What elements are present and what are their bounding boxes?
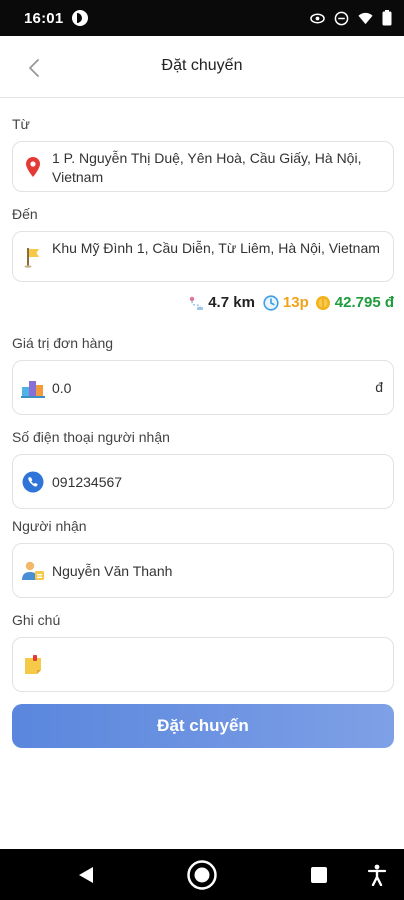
from-address-field[interactable]: 1 P. Nguyễn Thị Duệ, Yên Hoà, Cầu Giấy, …	[12, 141, 394, 192]
currency-unit: đ	[375, 379, 383, 395]
order-value-field[interactable]: 0.0 đ	[12, 360, 394, 415]
order-value-label: Giá trị đơn hàng	[12, 335, 114, 351]
wifi-icon	[358, 12, 373, 24]
nav-back-button[interactable]	[70, 849, 102, 900]
recipient-phone-input: 091234567	[52, 474, 123, 490]
home-circle-icon	[187, 859, 217, 890]
order-value-input: 0.0	[52, 380, 72, 396]
note-field[interactable]	[12, 637, 394, 692]
clock-icon	[263, 294, 279, 311]
nav-home-button[interactable]	[184, 849, 220, 900]
note-label: Ghi chú	[12, 612, 61, 628]
submit-button[interactable]: Đặt chuyến	[12, 704, 394, 748]
duration-value: 13p	[282, 294, 309, 311]
recipient-name-field[interactable]: Nguyễn Văn Thanh	[12, 543, 394, 598]
status-bar: 16:01	[0, 0, 404, 36]
note-icon	[21, 653, 45, 677]
recipient-phone-label: Số điện thoại người nhận	[12, 429, 170, 445]
route-icon	[188, 295, 204, 311]
flag-icon	[21, 245, 45, 269]
to-address-value: Khu Mỹ Đình 1, Cầu Diễn, Từ Liêm, Hà Nội…	[52, 240, 380, 256]
app-header: Đặt chuyến	[0, 36, 404, 98]
coin-icon	[315, 295, 331, 311]
nav-accessibility-button[interactable]	[364, 849, 390, 900]
boxes-icon	[21, 376, 45, 400]
status-icons	[310, 10, 392, 26]
to-address-field[interactable]: Khu Mỹ Đình 1, Cầu Diễn, Từ Liêm, Hà Nội…	[12, 231, 394, 282]
app-notification-icon	[72, 10, 89, 26]
recipient-name-input: Nguyễn Văn Thanh	[52, 563, 173, 579]
recents-square-icon	[311, 866, 327, 883]
page-title: Đặt chuyến	[161, 57, 243, 74]
status-time: 16:01	[24, 9, 64, 27]
recipient-name-label: Người nhận	[12, 518, 87, 534]
accessibility-icon	[367, 864, 387, 886]
price-value: 42.795 đ	[334, 294, 394, 311]
nav-recents-button[interactable]	[306, 849, 332, 900]
trip-info: 4.7 km 13p 42.795 đ	[188, 294, 394, 311]
system-nav-bar	[0, 849, 404, 900]
from-address-value: 1 P. Nguyễn Thị Duệ, Yên Hoà, Cầu Giấy, …	[52, 150, 362, 185]
eye-icon	[310, 13, 325, 23]
person-icon	[21, 559, 45, 583]
battery-icon	[382, 10, 392, 26]
map-pin-icon	[21, 155, 45, 179]
recipient-phone-field[interactable]: 091234567	[12, 454, 394, 509]
phone-icon	[21, 470, 45, 494]
back-triangle-icon	[79, 866, 93, 883]
do-not-disturb-icon	[334, 11, 349, 25]
from-label: Từ	[12, 116, 30, 132]
to-label: Đến	[12, 206, 38, 222]
distance-value: 4.7 km	[208, 294, 255, 311]
